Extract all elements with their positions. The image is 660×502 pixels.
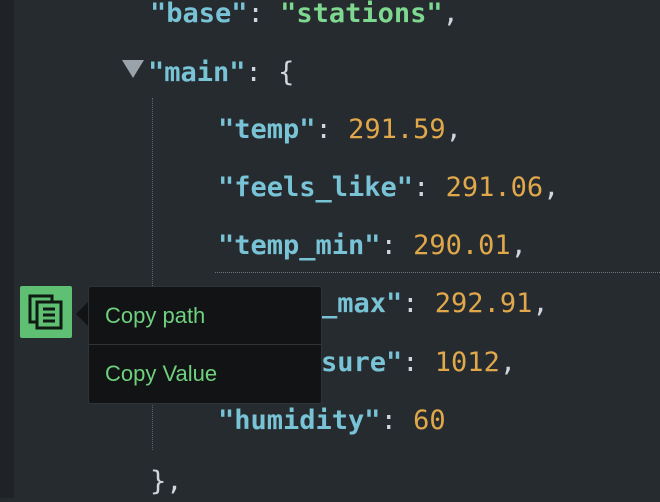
json-comma: , <box>543 172 560 203</box>
json-key: "base" <box>150 0 248 29</box>
json-comma: , <box>499 347 517 378</box>
json-comma: , <box>532 288 549 319</box>
json-key: "humidity" <box>218 405 381 436</box>
json-colon: : <box>315 114 349 145</box>
copy-icon <box>28 294 63 330</box>
json-open-brace: { <box>278 57 295 88</box>
json-comma: , <box>510 230 527 261</box>
json-key: sure" <box>321 347 403 378</box>
json-close-brace: }, <box>150 466 183 497</box>
menu-item-copy-value[interactable]: Copy Value <box>89 345 321 402</box>
json-key: "temp_min" <box>218 230 381 261</box>
json-key: "feels_like" <box>218 172 414 203</box>
json-line-main[interactable]: "main": { <box>148 53 294 93</box>
json-colon: : <box>402 347 435 378</box>
json-colon: : <box>380 230 414 261</box>
json-line-pressure[interactable]: sure": 1012, <box>321 343 516 383</box>
gutter <box>0 0 14 498</box>
json-comma: , <box>445 114 462 145</box>
json-line-temp[interactable]: "temp": 291.59, <box>218 110 462 150</box>
json-colon: : <box>247 0 281 29</box>
json-key: "main" <box>148 57 246 88</box>
json-number-value: 290.01 <box>413 230 511 261</box>
json-viewer: "base": "stations", "main": { "temp": 29… <box>0 0 660 498</box>
json-line-humidity[interactable]: "humidity": 60 <box>218 401 446 441</box>
context-menu: Copy path Copy Value <box>88 286 322 404</box>
json-comma: , <box>442 0 459 29</box>
json-number-value: 291.59 <box>348 114 446 145</box>
json-line-feels-like[interactable]: "feels_like": 291.06, <box>218 168 559 208</box>
json-line-temp-max[interactable]: _max": 292.91, <box>321 284 549 324</box>
json-string-value: "stations" <box>280 0 443 29</box>
json-colon: : <box>413 172 446 203</box>
menu-item-copy-path[interactable]: Copy path <box>89 287 321 344</box>
json-line-base[interactable]: "base": "stations", <box>150 0 459 34</box>
json-number-value: 1012 <box>434 347 500 378</box>
json-number-value: 292.91 <box>434 288 533 319</box>
collapse-triangle-icon[interactable] <box>122 60 144 78</box>
json-line-close: }, <box>150 462 183 502</box>
json-key: "temp" <box>218 114 316 145</box>
json-line-temp-min[interactable]: "temp_min": 290.01, <box>218 226 527 266</box>
json-key: _max" <box>321 288 403 319</box>
copy-button[interactable] <box>20 286 72 338</box>
json-number-value: 291.06 <box>445 172 544 203</box>
json-colon: : <box>402 288 435 319</box>
json-colon: : <box>245 57 279 88</box>
json-number-value: 60 <box>413 405 446 436</box>
json-colon: : <box>380 405 414 436</box>
